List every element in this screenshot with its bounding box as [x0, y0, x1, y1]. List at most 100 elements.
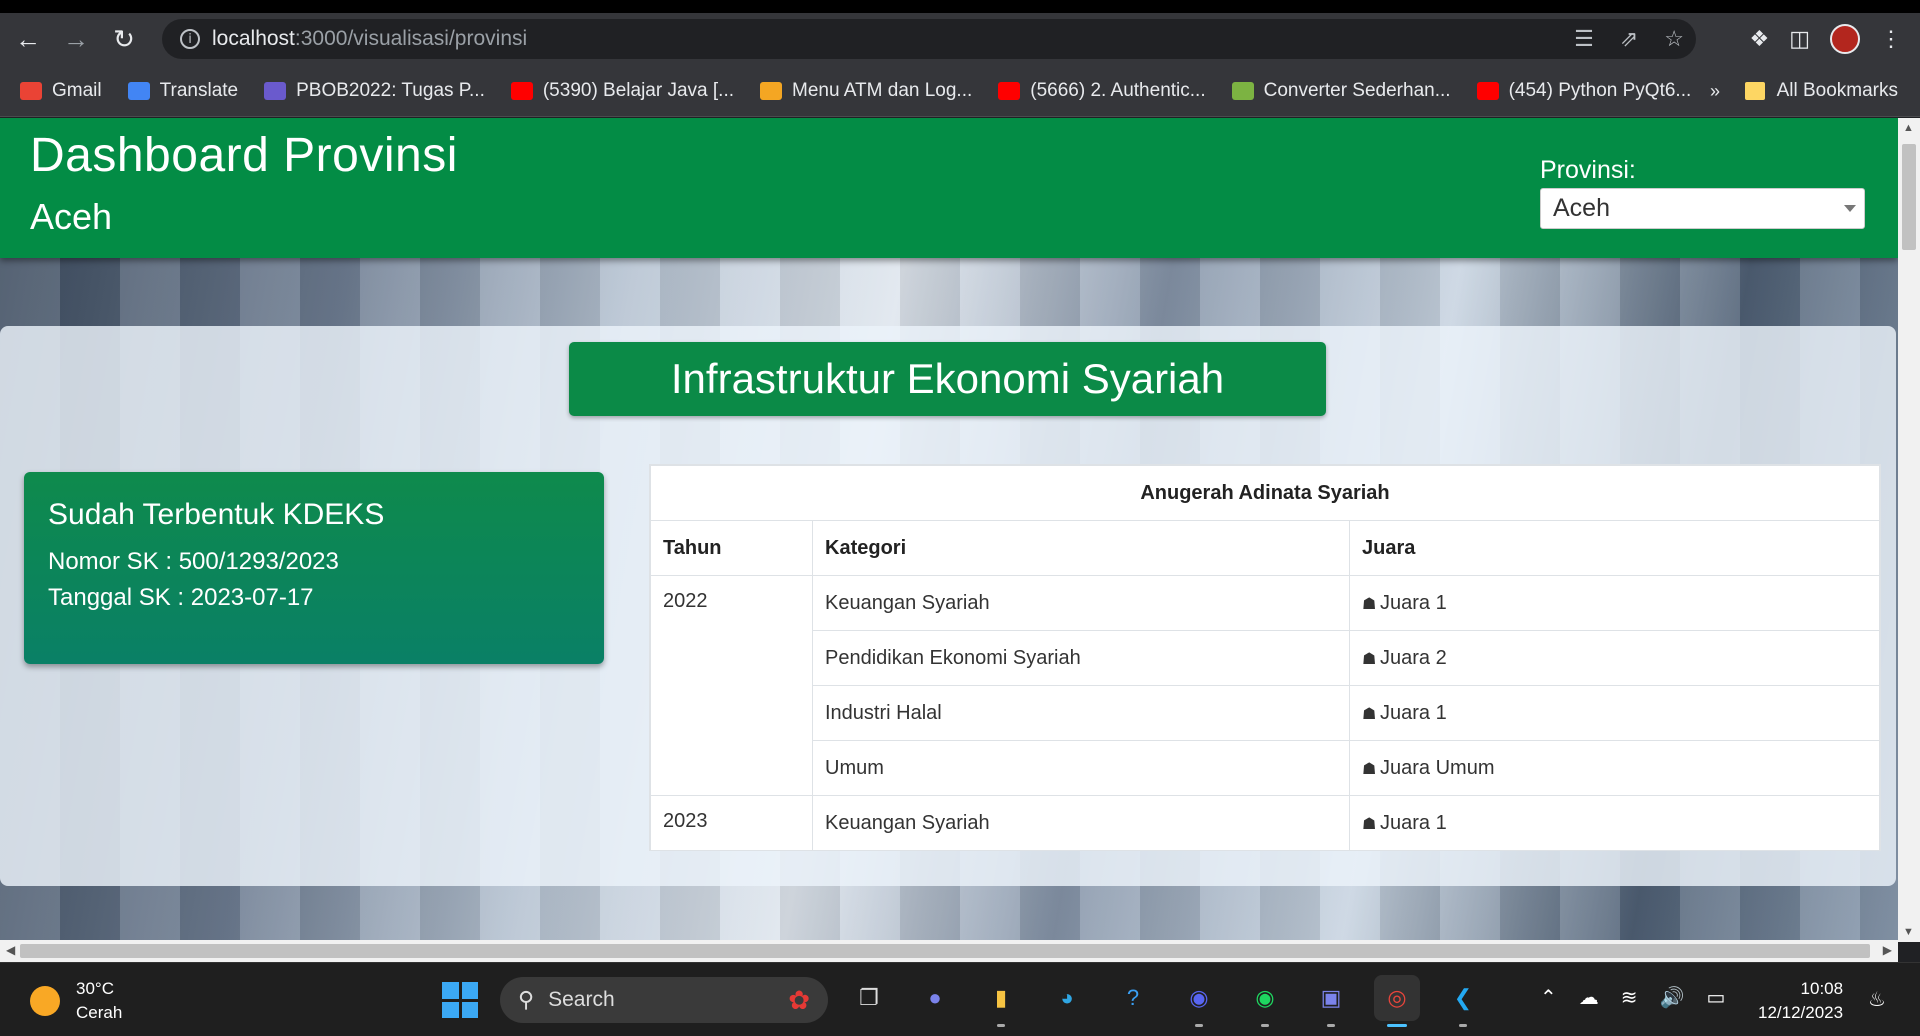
- weather-condition: Cerah: [76, 1003, 123, 1022]
- award-table: Anugerah Adinata Syariah Tahun Kategori …: [650, 465, 1880, 851]
- juara-label: Juara 1: [1380, 701, 1447, 724]
- share-icon[interactable]: ⇗: [1620, 26, 1638, 52]
- table-row: 2023 Keuangan Syariah ☗ Juara 1: [650, 795, 1880, 851]
- cloud-error-icon[interactable]: ☁: [1579, 985, 1599, 1010]
- province-select-value: Aceh: [1553, 194, 1610, 222]
- notification-bell-icon[interactable]: ♨: [1868, 987, 1886, 1012]
- bookmark-label: Gmail: [52, 79, 102, 101]
- discord-icon[interactable]: ◉: [1176, 975, 1222, 1027]
- weather-widget[interactable]: 30°C Cerah: [30, 977, 122, 1025]
- forward-arrow-icon[interactable]: →: [56, 19, 96, 59]
- table-row: Pendidikan Ekonomi Syariah ☗ Juara 2: [651, 630, 1880, 686]
- windows-start-icon[interactable]: [442, 982, 478, 1018]
- bookmark-item[interactable]: Translate: [127, 79, 239, 102]
- url-host: localhost: [212, 27, 295, 50]
- box-icon: [760, 81, 783, 100]
- browser-toolbar: ← → ↻ i localhost:3000/visualisasi/provi…: [0, 13, 1920, 65]
- profile-avatar[interactable]: [1830, 24, 1860, 54]
- windows-taskbar: 30°C Cerah ⚲ Search ✿ ❐ ● ▮ ◕ ? ◉ ◉ ▣ ◎ …: [0, 962, 1920, 1036]
- scroll-right-arrow-icon[interactable]: ▶: [1883, 943, 1892, 957]
- vertical-scroll-thumb[interactable]: [1902, 144, 1916, 250]
- cell-kategori: Industri Halal: [812, 685, 1350, 741]
- bookmark-label: Translate: [159, 79, 239, 101]
- dashboard-header: Dashboard Provinsi Aceh Provinsi: Aceh: [0, 118, 1898, 258]
- bookmark-item[interactable]: (5666) 2. Authentic...: [998, 80, 1206, 102]
- bookmark-item[interactable]: Gmail: [20, 80, 102, 102]
- province-subtitle: Aceh: [30, 196, 113, 237]
- bookmark-label: (454) Python PyQt6...: [1508, 79, 1692, 101]
- side-panel-icon[interactable]: ◫: [1789, 26, 1810, 52]
- chevron-up-icon[interactable]: ⌃: [1540, 985, 1557, 1010]
- gmail-icon: [20, 81, 42, 100]
- cube-icon: [1231, 81, 1254, 100]
- cell-tahun: 2023: [650, 795, 813, 851]
- site-info-icon[interactable]: i: [180, 29, 200, 49]
- pbob-icon: [264, 81, 287, 100]
- bookmark-item[interactable]: (454) Python PyQt6...: [1476, 79, 1692, 102]
- battery-icon[interactable]: ▭: [1706, 985, 1725, 1010]
- table-row: Industri Halal ☗ Juara 1: [651, 685, 1880, 741]
- bookmark-item[interactable]: Menu ATM dan Log...: [760, 80, 972, 102]
- back-arrow-icon[interactable]: ←: [8, 19, 48, 59]
- kdeks-card: Sudah Terbentuk KDEKS Nomor SK : 500/129…: [24, 472, 604, 664]
- all-bookmarks-button[interactable]: All Bookmarks: [1744, 65, 1898, 117]
- vscode-icon[interactable]: ❮: [1440, 975, 1486, 1027]
- column-header-kategori: Kategori: [812, 520, 1350, 576]
- reload-icon[interactable]: ↻: [104, 19, 144, 59]
- file-explorer-icon[interactable]: ▮: [978, 975, 1024, 1027]
- teams-icon[interactable]: ▣: [1308, 975, 1354, 1027]
- system-clock[interactable]: 10:08 12/12/2023: [1758, 977, 1843, 1025]
- folder-icon: [1744, 82, 1765, 100]
- bookmark-item[interactable]: (5390) Belajar Java [...: [510, 80, 734, 102]
- volume-icon[interactable]: 🔊: [1660, 985, 1685, 1010]
- bookmark-label: Menu ATM dan Log...: [792, 79, 973, 101]
- translate-icon: [127, 81, 150, 100]
- page-viewport: Dashboard Provinsi Aceh Provinsi: Aceh I…: [0, 118, 1920, 942]
- bookmark-item[interactable]: Converter Sederhan...: [1231, 80, 1451, 102]
- column-header-juara: Juara: [1349, 520, 1880, 576]
- kdeks-nomor-sk: Nomor SK : 500/1293/2023: [48, 548, 339, 575]
- juara-label: Juara 2: [1380, 646, 1447, 669]
- cell-juara: ☗ Juara 2: [1349, 630, 1880, 686]
- award-table-caption: Anugerah Adinata Syariah: [650, 465, 1880, 521]
- url-path: :3000/visualisasi/provinsi: [294, 27, 528, 50]
- table-row: 2022 Keuangan Syariah ☗ Juara 1: [650, 575, 1880, 796]
- scroll-up-arrow-icon[interactable]: ▲: [1903, 122, 1914, 134]
- horizontal-scroll-thumb[interactable]: [20, 944, 1870, 958]
- taskbar-search[interactable]: ⚲ Search ✿: [500, 977, 828, 1023]
- bookmark-item[interactable]: PBOB2022: Tugas P...: [264, 80, 485, 102]
- meet-chat-icon[interactable]: ●: [912, 975, 958, 1021]
- scroll-left-arrow-icon[interactable]: ◀: [6, 943, 15, 957]
- province-label: Provinsi:: [1540, 156, 1636, 184]
- cell-kategori: Keuangan Syariah: [812, 795, 1350, 851]
- section-title: Infrastruktur Ekonomi Syariah: [569, 342, 1326, 416]
- wifi-icon[interactable]: ≋: [1621, 985, 1638, 1010]
- address-bar[interactable]: i localhost:3000/visualisasi/provinsi ☰ …: [162, 19, 1696, 59]
- bookmarks-overflow-button[interactable]: »: [1710, 81, 1720, 102]
- search-icon: ⚲: [518, 987, 535, 1013]
- vertical-scrollbar[interactable]: ▲ ▼: [1898, 118, 1920, 942]
- bookmark-star-icon[interactable]: ☆: [1664, 26, 1684, 52]
- cell-tahun: 2022: [650, 575, 813, 796]
- menu-kebab-icon[interactable]: ⋮: [1880, 26, 1902, 52]
- page-title: Dashboard Provinsi: [30, 129, 458, 182]
- youtube-icon: [510, 81, 533, 100]
- province-select[interactable]: Aceh: [1540, 188, 1865, 229]
- cell-juara: ☗ Juara 1: [1349, 575, 1880, 631]
- horizontal-scrollbar[interactable]: ◀ ▶: [0, 940, 1898, 962]
- extensions-icon[interactable]: ❖: [1749, 26, 1769, 52]
- cell-juara: ☗ Juara 1: [1349, 685, 1880, 741]
- youtube-icon: [998, 81, 1021, 100]
- juara-label: Juara 1: [1380, 811, 1447, 834]
- chrome-icon[interactable]: ◎: [1374, 975, 1420, 1027]
- table-row: Umum ☗ Juara Umum: [651, 740, 1880, 796]
- bookmark-label: PBOB2022: Tugas P...: [296, 79, 485, 101]
- translate-page-icon[interactable]: ☰: [1574, 26, 1594, 52]
- edge-browser-icon[interactable]: ◕: [1044, 975, 1090, 1021]
- spotify-icon[interactable]: ◉: [1242, 975, 1288, 1027]
- scroll-down-arrow-icon[interactable]: ▼: [1903, 926, 1914, 938]
- task-view-icon[interactable]: ❐: [846, 975, 892, 1021]
- help-icon[interactable]: ?: [1110, 975, 1156, 1021]
- medal-icon: ☗: [1362, 593, 1377, 613]
- cell-kategori: Keuangan Syariah: [812, 575, 1350, 631]
